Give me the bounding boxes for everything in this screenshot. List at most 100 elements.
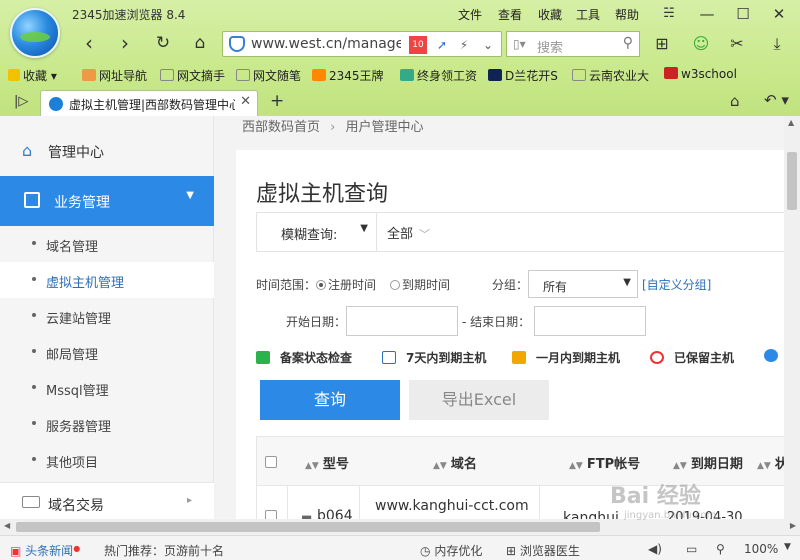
sidebar-item-other[interactable]: 其他项目 (0, 442, 214, 478)
trash-icon[interactable]: ⌂ (730, 92, 740, 110)
news-link[interactable]: ▣ 头条新闻● (10, 542, 80, 559)
browser-chrome: 2345加速浏览器 8.4 文件 查看 收藏 工具 帮助 ☵ — ☐ ✕ ‹ ›… (0, 0, 800, 116)
column-model[interactable]: ▲▼ 型号 (305, 453, 349, 472)
maximize-button[interactable]: ☐ (730, 3, 756, 25)
menu-view[interactable]: 查看 (498, 6, 522, 23)
sidebar-item-domain[interactable]: 域名管理 (0, 226, 214, 262)
bookmark-salary[interactable]: 终身领工资 (400, 67, 477, 84)
scissors-icon[interactable]: ✂ (726, 33, 748, 55)
url-text[interactable]: www.west.cn/manage (251, 36, 401, 52)
scope-select[interactable]: 全部 ﹀ (387, 223, 430, 242)
bookmark-webpage-1[interactable]: 网文摘手 (160, 67, 225, 84)
select-all-checkbox[interactable] (265, 456, 277, 468)
hot-recommend[interactable]: 热门推荐：页游前十名 (104, 542, 224, 559)
calendar-icon[interactable]: 10 (409, 36, 427, 54)
memory-optimize[interactable]: ◷ 内存优化 (420, 542, 482, 559)
sidebar-item-business[interactable]: 业务管理 ▼ (0, 176, 214, 226)
export-excel-button[interactable]: 导出Excel (409, 380, 549, 420)
bookmark-yunnan[interactable]: 云南农业大 (572, 67, 649, 84)
address-bar[interactable]: www.west.cn/manage 10 ➚ ⚡ ⌄ (222, 31, 502, 57)
menu-favorites[interactable]: 收藏 (538, 6, 562, 23)
tab-favicon-icon (49, 97, 63, 111)
breadcrumb-current[interactable]: 用户管理中心 (346, 120, 424, 135)
skin-icon[interactable]: ☵ (656, 3, 682, 25)
column-expire[interactable]: ▲▼ 到期日期 (673, 453, 743, 472)
row-checkbox[interactable] (265, 510, 277, 519)
zoom-level[interactable]: 100% (744, 542, 778, 556)
bookmark-webpage-2[interactable]: 网文随笔 (236, 67, 301, 84)
apps-grid-icon[interactable]: ⊞ (651, 33, 673, 55)
filter-reserved[interactable]: 已保留主机 (650, 349, 734, 366)
radio-expire-time[interactable]: 到期时间 (390, 276, 450, 293)
minimize-button[interactable]: — (694, 3, 720, 25)
sidebar-business-label: 业务管理 (54, 195, 110, 211)
sound-icon[interactable]: ◀) (648, 542, 662, 556)
filter-7days[interactable]: 7天内到期主机 (382, 349, 486, 366)
column-status[interactable]: ▲▼ 状 (757, 453, 784, 472)
scroll-left-icon[interactable]: ◀ (4, 521, 10, 530)
sidebar-item-domain-trade[interactable]: 域名交易 ▸ (0, 482, 214, 519)
scroll-right-icon[interactable]: ▶ (790, 521, 796, 530)
fuzzy-query-select[interactable]: 模糊查询: ▼ (257, 213, 377, 251)
undo-icon[interactable]: ↶ ▾ (764, 91, 789, 109)
column-ftp[interactable]: ▲▼ FTP帐号 (569, 453, 640, 472)
row-domain[interactable]: www.kanghui-cct.com (375, 498, 529, 514)
tab-close-icon[interactable]: ✕ (240, 94, 251, 109)
search-box[interactable]: ▯▾ 搜索 ⚲ (506, 31, 640, 57)
bookmark-2345[interactable]: 2345王牌 (312, 67, 384, 84)
vertical-scrollbar[interactable]: ▲ (784, 116, 800, 519)
horizontal-scrollbar[interactable]: ◀ ▶ (0, 519, 800, 535)
radio-register-time[interactable]: 注册时间 (316, 276, 376, 293)
menu-help[interactable]: 帮助 (615, 6, 639, 23)
bookmark-orchid[interactable]: D兰花开S (488, 67, 558, 84)
paw-icon (488, 69, 502, 81)
filter-1month[interactable]: 一月内到期主机 (512, 349, 620, 366)
search-placeholder: 搜索 (537, 41, 564, 56)
filter-record-check[interactable]: 备案状态检查 (256, 349, 352, 366)
bookmarks-bar: 收藏 ▾ 网址导航 网文摘手 网文随笔 2345王牌 终身领工资 D兰花开S 云… (0, 64, 800, 86)
chevron-down-icon[interactable]: ⌄ (479, 36, 497, 54)
breadcrumb-home[interactable]: 西部数码首页 (242, 120, 320, 135)
sidebar-item-home[interactable]: ⌂ 管理中心 (0, 126, 214, 178)
start-date-input[interactable] (346, 306, 458, 336)
menu-tools[interactable]: 工具 (576, 6, 600, 23)
close-window-button[interactable]: ✕ (766, 3, 792, 25)
menu-file[interactable]: 文件 (458, 6, 482, 23)
search-icon[interactable]: ⚲ (623, 35, 633, 51)
security-shield-icon (229, 36, 245, 52)
forward-button[interactable]: › (112, 32, 138, 56)
sidebar-item-server[interactable]: 服务器管理 (0, 406, 214, 442)
wechat-icon[interactable]: ☺ (690, 33, 712, 55)
bookmark-favorites[interactable]: 收藏 ▾ (8, 67, 57, 84)
end-date-input[interactable] (534, 306, 646, 336)
bookmark-nav[interactable]: 网址导航 (82, 67, 147, 84)
sidebar-toggle-icon[interactable]: |▷ (14, 94, 28, 109)
new-tab-button[interactable]: + (270, 91, 284, 111)
window-icon[interactable]: ▭ (686, 542, 697, 556)
refresh-button[interactable]: ↻ (150, 32, 176, 56)
sidebar-item-cloudsite[interactable]: 云建站管理 (0, 298, 214, 334)
zoom-dropdown-icon[interactable]: ▼ (784, 542, 791, 552)
back-button[interactable]: ‹ (76, 32, 102, 56)
radio-icon (390, 280, 400, 290)
download-icon[interactable]: ⤓ (766, 33, 788, 55)
group-select[interactable]: 所有 ▼ (528, 270, 638, 298)
query-button[interactable]: 查询 (260, 380, 400, 420)
rocket-icon[interactable]: ➚ (433, 36, 451, 54)
vertical-scroll-thumb[interactable] (787, 152, 797, 210)
browser-doctor[interactable]: ⊞ 浏览器医生 (506, 542, 580, 559)
sidebar-item-vhost[interactable]: 虚拟主机管理 (0, 262, 214, 298)
column-domain[interactable]: ▲▼ 域名 (433, 453, 477, 472)
custom-group-link[interactable]: [自定义分组] (642, 276, 711, 293)
lightning-icon[interactable]: ⚡ (455, 36, 473, 54)
sidebar-item-mail[interactable]: 邮局管理 (0, 334, 214, 370)
home-button[interactable]: ⌂ (187, 32, 213, 56)
bookmark-w3school[interactable]: w3school (664, 67, 737, 81)
zoom-icon[interactable]: ⚲ (716, 542, 725, 556)
tab-active[interactable]: 虚拟主机管理|西部数码管理中心 ✕ (40, 90, 258, 116)
horizontal-scroll-thumb[interactable] (16, 522, 600, 532)
sidebar-item-mssql[interactable]: Mssql管理 (0, 370, 214, 406)
sidebar-item-label: 服务器管理 (46, 420, 112, 435)
scroll-up-icon[interactable]: ▲ (788, 118, 794, 127)
filter-more[interactable] (764, 349, 784, 363)
